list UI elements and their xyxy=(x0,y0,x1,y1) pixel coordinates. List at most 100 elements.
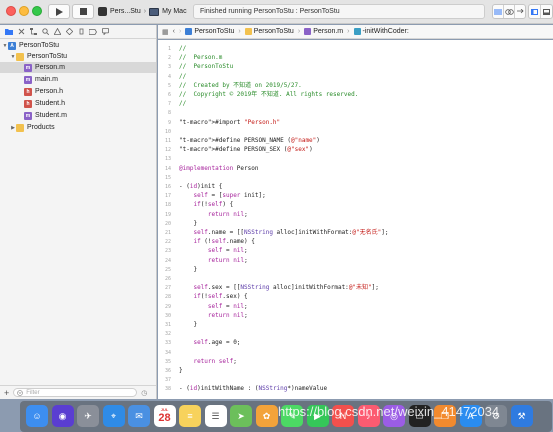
rings-icon xyxy=(504,8,514,15)
hierarchy-icon xyxy=(29,28,37,35)
x-icon xyxy=(18,28,24,35)
calendar-icon[interactable]: JUL 28 xyxy=(153,405,176,427)
tree-item-project[interactable]: ▼ A PersonToStu xyxy=(0,40,156,51)
notes-icon[interactable]: ≡ xyxy=(179,405,201,427)
reminders-icon[interactable]: ☰ xyxy=(204,405,227,427)
siri-icon[interactable]: ◉ xyxy=(51,405,74,427)
add-file-button[interactable]: + xyxy=(4,388,9,398)
issue-navigator-tab[interactable] xyxy=(53,28,61,36)
source-control-tab[interactable] xyxy=(17,28,25,36)
tree-item-file[interactable]: h Person.h xyxy=(0,86,156,97)
find-navigator-tab[interactable] xyxy=(41,28,49,36)
tree-item-file[interactable]: m Student.m xyxy=(0,110,156,121)
m-file-icon: m xyxy=(24,75,32,84)
safari-icon[interactable]: ⌖ xyxy=(102,405,125,427)
calendar-day: 28 xyxy=(158,412,171,424)
folder-navigator-tab[interactable] xyxy=(5,28,13,36)
standard-editor-button[interactable] xyxy=(493,5,504,18)
debug-navigator-tab[interactable] xyxy=(77,28,85,36)
window-toolbar: Pers...Stu › My Mac Finished running Per… xyxy=(0,0,553,24)
photos-icon[interactable]: ✿ xyxy=(255,405,278,427)
tree-item-label: Person.m xyxy=(35,64,65,71)
h-file-icon: h xyxy=(24,99,32,108)
mail-icon[interactable]: ✉ xyxy=(128,405,150,427)
breadcrumb-label: -initWithCoder: xyxy=(362,28,409,35)
left-panel-icon xyxy=(531,8,538,15)
app-icon xyxy=(98,7,107,16)
symbol-navigator-tab[interactable] xyxy=(29,28,37,36)
tree-item-file[interactable]: m Person.m xyxy=(0,62,156,73)
xcode-icon[interactable]: ⚒ xyxy=(510,405,533,427)
chevron-right-icon: › xyxy=(143,8,147,15)
scheme-selector[interactable]: Pers...Stu › My Mac xyxy=(98,4,187,19)
minimize-window-button[interactable] xyxy=(19,6,29,16)
toggle-debug-button[interactable] xyxy=(541,5,552,18)
tree-item-file[interactable]: m main.m xyxy=(0,74,156,85)
chevron-right-icon: › xyxy=(238,28,241,35)
tree-item-group[interactable]: ▼ PersonToStu xyxy=(0,51,156,62)
folder-icon xyxy=(5,29,13,35)
breadcrumb-project[interactable]: PersonToStu xyxy=(185,28,234,35)
chevron-right-icon: › xyxy=(347,28,350,35)
jump-bar: ▦ ‹ › PersonToStu › PersonToStu › Person… xyxy=(158,25,553,39)
code-text: - (id)initWithName : (NSString*)nameValu… xyxy=(179,385,328,393)
stop-button[interactable] xyxy=(72,4,94,19)
close-window-button[interactable] xyxy=(6,6,16,16)
project-icon xyxy=(185,28,193,35)
warning-icon xyxy=(53,28,61,35)
finder-icon[interactable]: ☺ xyxy=(26,405,48,427)
recent-files-icon[interactable]: ◷ xyxy=(141,389,147,397)
tree-item-group[interactable]: ▶ Products xyxy=(0,122,156,133)
run-button[interactable] xyxy=(48,4,70,19)
filter-icon xyxy=(17,389,24,396)
launchpad-icon[interactable]: ✈ xyxy=(77,405,99,427)
filter-placeholder: Filter xyxy=(26,389,40,396)
panels-segmented xyxy=(528,4,553,19)
play-icon xyxy=(55,7,63,16)
breakpoint-icon xyxy=(89,28,97,35)
tree-item-label: Products xyxy=(27,124,55,131)
tree-item-file[interactable]: h Student.h xyxy=(0,98,156,109)
bottom-panel-icon xyxy=(543,8,550,15)
test-navigator-tab[interactable] xyxy=(65,28,73,36)
project-icon: A xyxy=(8,41,16,50)
filter-field[interactable]: Filter xyxy=(13,388,138,397)
folder-icon xyxy=(244,28,252,35)
m-file-icon xyxy=(304,28,312,35)
related-items-icon[interactable]: ▦ xyxy=(162,28,169,36)
chevron-right-icon: › xyxy=(297,28,301,35)
tree-item-label: Student.m xyxy=(35,112,67,119)
back-button[interactable]: ‹ xyxy=(173,28,175,35)
lines-icon xyxy=(494,9,502,14)
activity-status: Finished running PersonToStu : PersonToS… xyxy=(193,4,485,19)
forward-button[interactable]: › xyxy=(179,28,181,35)
breakpoint-navigator-tab[interactable] xyxy=(89,28,97,36)
zoom-window-button[interactable] xyxy=(32,6,42,16)
report-navigator-tab[interactable] xyxy=(101,28,109,36)
navigator-footer: + Filter ◷ xyxy=(0,385,156,399)
tree-item-label: PersonToStu xyxy=(19,42,60,49)
m-file-icon: m xyxy=(24,111,32,120)
source-editor[interactable]: 1//2// Person.m 3// PersonToStu 4//5// Cre… xyxy=(158,40,553,399)
code-line[interactable]: 38 - (id)initWithName : (NSString*)nameVa… xyxy=(158,384,553,394)
breadcrumb-group[interactable]: PersonToStu xyxy=(244,28,294,35)
scheme-device-label: My Mac xyxy=(162,8,187,15)
tree-item-label: Person.h xyxy=(35,88,64,95)
breadcrumb-label: Person.m xyxy=(313,28,344,35)
tree-item-label: PersonToStu xyxy=(27,53,68,60)
assistant-editor-button[interactable] xyxy=(504,5,515,18)
version-editor-button[interactable] xyxy=(515,5,525,18)
breadcrumb-file[interactable]: Person.m xyxy=(304,28,343,35)
status-text: Finished running PersonToStu : PersonToS… xyxy=(200,8,340,15)
stop-icon xyxy=(79,8,87,15)
watermark-text: https://blog.csdn.net/weixin_41472034 xyxy=(278,404,500,419)
spray-icon xyxy=(79,28,83,35)
tree-item-label: main.m xyxy=(35,76,58,83)
breadcrumb-symbol[interactable]: -initWithCoder: xyxy=(353,28,409,35)
maps-icon[interactable]: ➤ xyxy=(230,405,252,427)
toggle-navigator-button[interactable] xyxy=(529,5,541,18)
tree-item-label: Student.h xyxy=(35,100,65,107)
breadcrumb-label: PersonToStu xyxy=(194,28,235,35)
folder-icon xyxy=(16,52,24,61)
breadcrumb-label: PersonToStu xyxy=(253,28,294,35)
